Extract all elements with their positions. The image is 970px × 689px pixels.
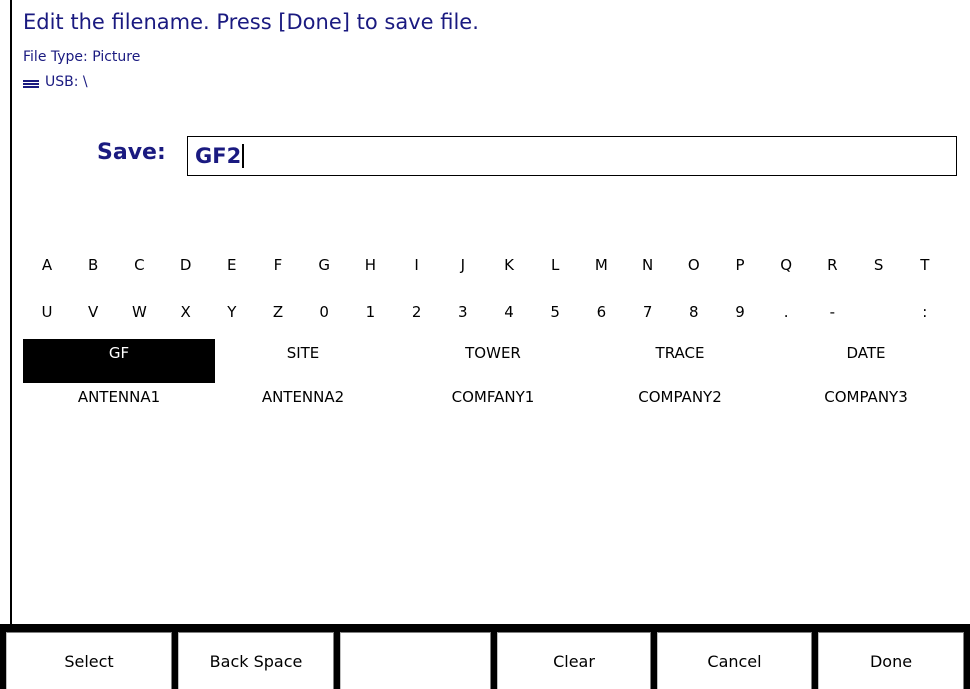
key-char[interactable]: Q (771, 255, 801, 275)
key-char[interactable]: 2 (402, 302, 432, 322)
key-char[interactable]: L (540, 255, 570, 275)
preset-date[interactable]: DATE (776, 339, 956, 383)
key-char[interactable]: C (124, 255, 154, 275)
key-char[interactable]: 3 (448, 302, 478, 322)
key-char[interactable]: Z (263, 302, 293, 322)
preset-antenna2[interactable]: ANTENNA2 (213, 383, 393, 413)
softkey-done[interactable]: Done (818, 632, 964, 689)
softkey-clear[interactable]: Clear (497, 632, 651, 689)
left-border (10, 0, 12, 630)
filename-input[interactable]: GF2 (187, 136, 957, 176)
preset-trace[interactable]: TRACE (590, 339, 770, 383)
key-char[interactable]: 7 (633, 302, 663, 322)
preset-antenna1[interactable]: ANTENNA1 (23, 383, 215, 413)
key-char[interactable]: Y (217, 302, 247, 322)
key-char[interactable]: E (217, 255, 247, 275)
preset-tower[interactable]: TOWER (403, 339, 583, 383)
key-char[interactable]: J (448, 255, 478, 275)
filename-value: GF2 (195, 144, 242, 168)
key-char[interactable]: 6 (586, 302, 616, 322)
key-char[interactable]: M (586, 255, 616, 275)
file-type-label: File Type: Picture (23, 49, 141, 65)
softkey-cancel[interactable]: Cancel (657, 632, 812, 689)
key-char[interactable]: 1 (355, 302, 385, 322)
key-char[interactable]: F (263, 255, 293, 275)
key-char[interactable]: K (494, 255, 524, 275)
key-char[interactable]: 0 (309, 302, 339, 322)
key-char[interactable]: G (309, 255, 339, 275)
key-char[interactable]: O (679, 255, 709, 275)
preset-company2[interactable]: COMPANY2 (590, 383, 770, 413)
key-char[interactable]: 4 (494, 302, 524, 322)
key-char[interactable]: U (32, 302, 62, 322)
key-char[interactable]: . (771, 302, 801, 322)
key-char[interactable]: T (910, 255, 940, 275)
instruction-text: Edit the filename. Press [Done] to save … (23, 10, 479, 34)
drive-icon (23, 80, 39, 88)
preset-gf[interactable]: GF (23, 339, 215, 383)
preset-site[interactable]: SITE (213, 339, 393, 383)
softkey-back-space[interactable]: Back Space (178, 632, 334, 689)
key-char[interactable]: 9 (725, 302, 755, 322)
key-char[interactable]: 8 (679, 302, 709, 322)
key-char[interactable]: R (817, 255, 847, 275)
key-char[interactable]: B (78, 255, 108, 275)
key-char[interactable]: S (864, 255, 894, 275)
key-char[interactable]: N (633, 255, 663, 275)
preset-comfany1[interactable]: COMFANY1 (403, 383, 583, 413)
save-label: Save: (97, 140, 166, 165)
key-char[interactable]: I (402, 255, 432, 275)
key-char[interactable]: 5 (540, 302, 570, 322)
key-char[interactable]: P (725, 255, 755, 275)
key-char[interactable]: W (124, 302, 154, 322)
preset-company3[interactable]: COMPANY3 (776, 383, 956, 413)
softkey-empty[interactable] (340, 632, 491, 689)
key-char[interactable]: D (171, 255, 201, 275)
text-caret (242, 144, 245, 168)
key-char[interactable]: X (171, 302, 201, 322)
key-char[interactable]: H (355, 255, 385, 275)
location-path: USB: \ (23, 74, 88, 90)
key-char[interactable]: V (78, 302, 108, 322)
key-char[interactable]: A (32, 255, 62, 275)
softkey-select[interactable]: Select (6, 632, 172, 689)
key-char[interactable]: - (817, 302, 847, 322)
key-char[interactable]: : (910, 302, 940, 322)
location-text: USB: \ (45, 74, 88, 90)
